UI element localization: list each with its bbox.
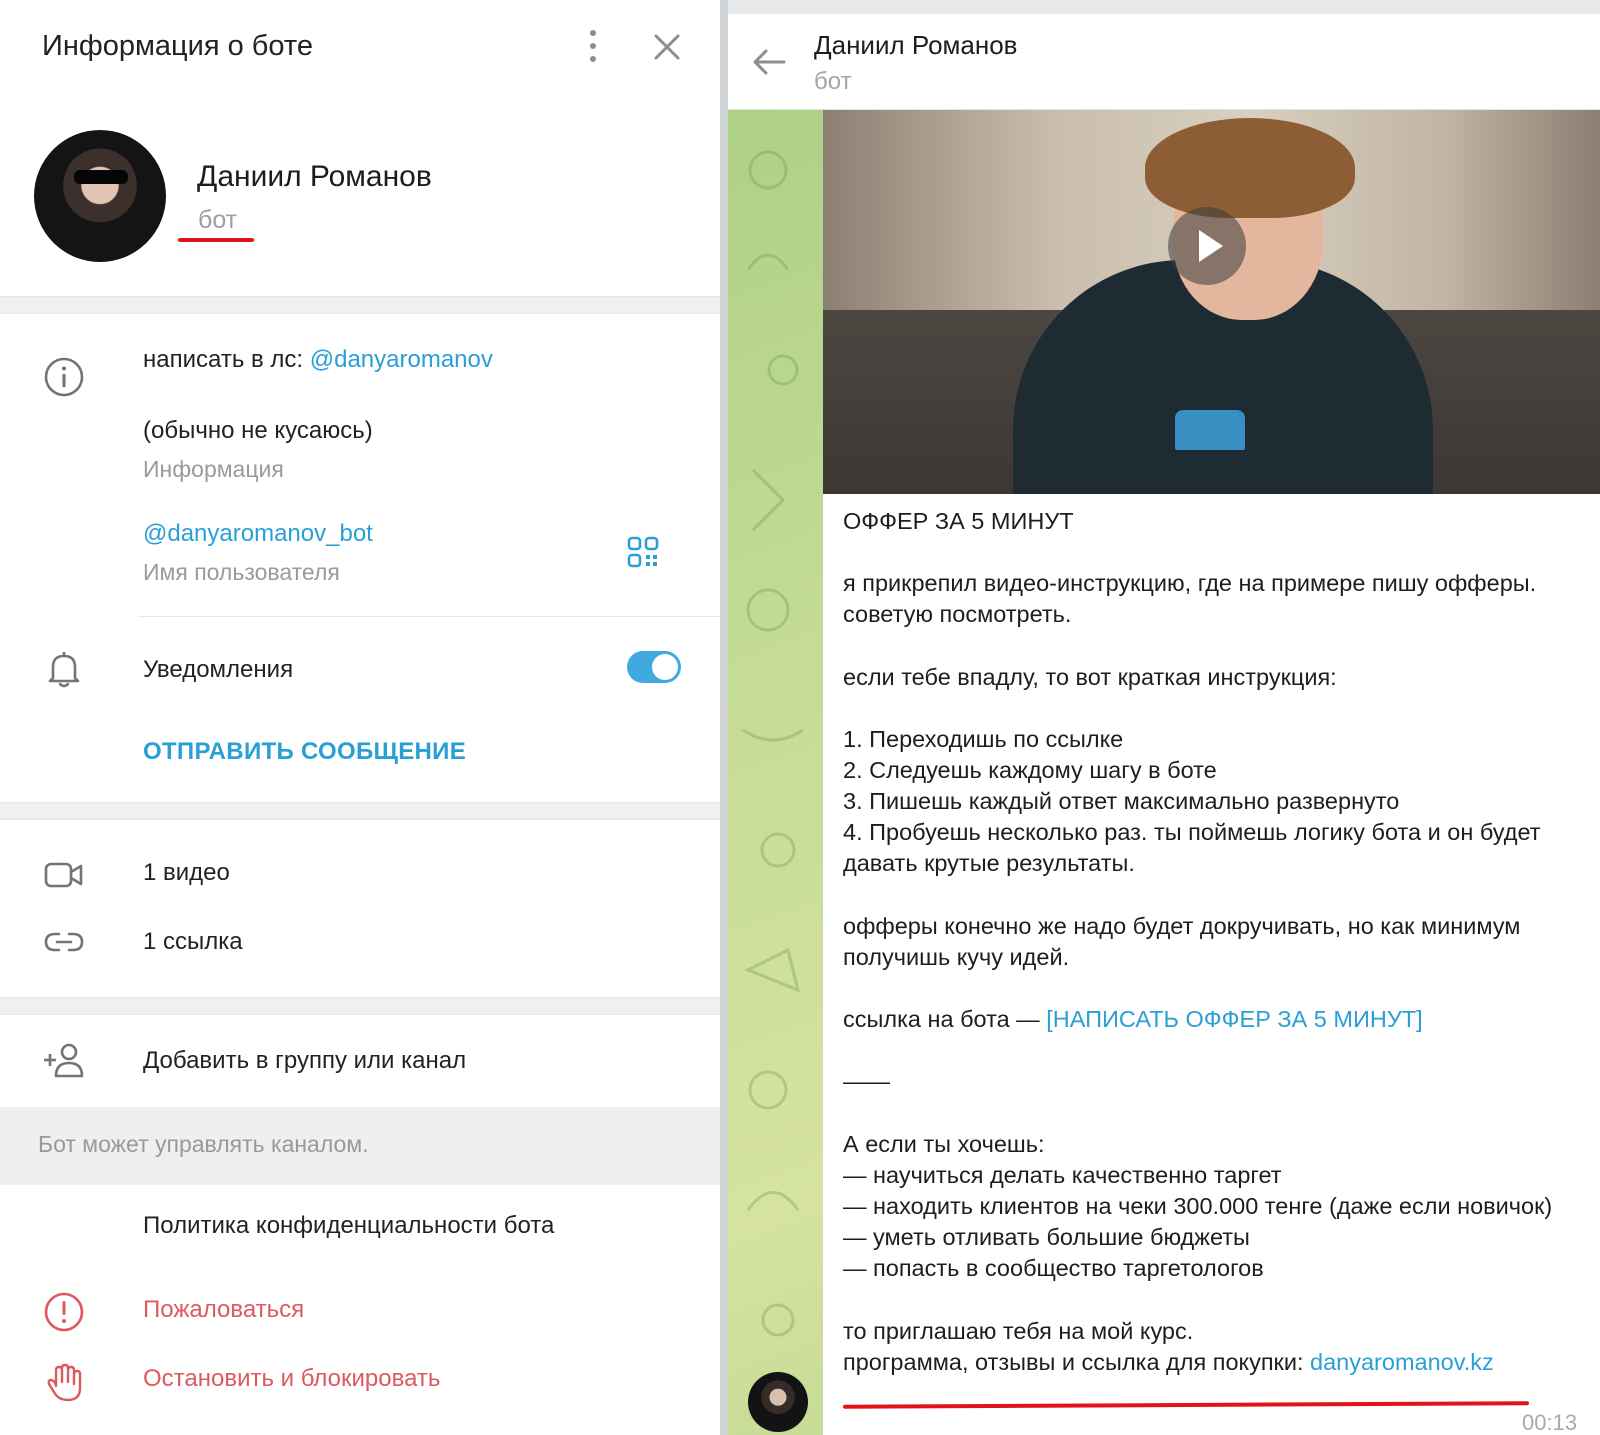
profile-name: Даниил Романов [197,160,432,193]
bot-link-line: ссылка на бота — [НАПИСАТЬ ОФФЕР ЗА 5 МИ… [843,1006,1423,1032]
report-button[interactable]: Пожаловаться [143,1296,304,1324]
profile-subtitle: бот [198,206,238,234]
link-icon [44,932,84,952]
back-arrow-icon[interactable] [750,44,790,80]
chat-subtitle: бот [814,68,852,95]
annotation-underline [842,1401,1530,1409]
privacy-policy-button[interactable]: Политика конфиденциальности бота [143,1212,554,1240]
message-line: получишь кучу идей. [843,944,1070,970]
course-link[interactable]: danyaromanov.kz [1310,1349,1494,1375]
section-divider [0,296,720,314]
message-title: ОФФЕР ЗА 5 МИНУТ [843,508,1074,534]
panel-gap [720,0,728,1435]
more-vert-icon[interactable] [578,28,608,64]
profile-block: Даниил Романов бот [0,96,720,296]
media-video-item[interactable]: 1 видео [143,859,230,887]
message-line: офферы конечно же надо будет докручивать… [843,913,1521,939]
message-line: я прикрепил видео-инструкцию, где на при… [843,570,1537,596]
add-to-group-button[interactable]: Добавить в группу или канал [143,1047,466,1075]
avatar[interactable] [34,130,166,262]
step-item-cont: давать крутые результаты. [843,850,1135,876]
step-item: 1. Переходишь по ссылке [843,726,1124,752]
row-divider [138,616,720,617]
section-divider [0,997,720,1015]
channel-note-text: Бот может управлять каналом. [38,1131,369,1157]
message-line: то приглашаю тебя на мой курс. [843,1318,1194,1344]
message-line: если тебе впадлу, то вот краткая инструк… [843,664,1337,690]
sender-avatar[interactable] [748,1372,808,1432]
report-icon [44,1292,84,1332]
qr-code-icon[interactable] [627,536,659,568]
username-link[interactable]: @danyaromanov_bot [143,520,373,548]
info-icon [44,357,84,397]
bot-link[interactable]: [НАПИСАТЬ ОФФЕР ЗА 5 МИНУТ] [1046,1006,1422,1032]
message-line: А если ты хочешь: [843,1131,1045,1157]
step-item: 4. Пробуешь несколько раз. ты поймешь ло… [843,819,1541,845]
message-time: 00:13 [1522,1410,1578,1435]
chat-title[interactable]: Даниил Романов [814,30,1018,61]
play-icon[interactable] [1168,207,1246,285]
video-icon [44,862,83,888]
bio-mention-link[interactable]: @danyaromanov [310,346,493,373]
bullet-item: — попасть в сообщество таргетологов [843,1255,1264,1281]
send-message-button[interactable]: ОТПРАВИТЬ СООБЩЕНИЕ [143,738,466,766]
hand-block-icon [47,1363,82,1402]
bio-line-1: написать в лс: @danyaromanov [143,346,493,373]
panel-title: Информация о боте [42,30,313,62]
annotation-underline [178,238,254,242]
bullet-item: — находить клиентов на чеки 300.000 тенг… [843,1193,1553,1219]
message-line: советую посмотреть. [843,601,1072,627]
panel-header: Информация о боте [0,0,720,96]
close-icon[interactable] [650,30,684,64]
chat-wallpaper-pattern [742,150,804,1337]
section-divider [0,802,720,820]
channel-note: Бот может управлять каналом. [0,1107,720,1185]
username-caption: Имя пользователя [143,559,340,585]
bio-line-2: (обычно не кусаюсь) [143,417,373,444]
message-separator: —— [843,1068,890,1094]
notifications-label: Уведомления [143,656,294,683]
chat-header: Даниил Романов бот [728,14,1600,110]
chat-panel: Даниил Романов бот ОФФЕР ЗА 5 МИНУТ я пр… [728,0,1600,1435]
step-item: 3. Пишешь каждый ответ максимально разве… [843,788,1400,814]
course-link-line: программа, отзывы и ссылка для покупки: … [843,1349,1494,1375]
message-bubble: ОФФЕР ЗА 5 МИНУТ я прикрепил видео-инстр… [823,110,1600,1435]
toggle-knob [652,654,678,680]
video-attachment[interactable] [823,110,1600,494]
notifications-toggle[interactable] [627,651,681,683]
bell-icon [48,652,80,688]
chat-top-strip [728,0,1600,14]
bot-info-panel: Информация о боте Даниил Романов бот нап… [0,0,720,1435]
step-item: 2. Следуешь каждому шагу в боте [843,757,1217,783]
bullet-item: — научиться делать качественно таргет [843,1162,1282,1188]
media-link-item[interactable]: 1 ссылка [143,928,243,956]
block-button[interactable]: Остановить и блокировать [143,1365,440,1393]
bio-caption: Информация [143,456,284,482]
bullet-item: — уметь отливать большие бюджеты [843,1224,1250,1250]
add-user-icon [44,1043,84,1078]
